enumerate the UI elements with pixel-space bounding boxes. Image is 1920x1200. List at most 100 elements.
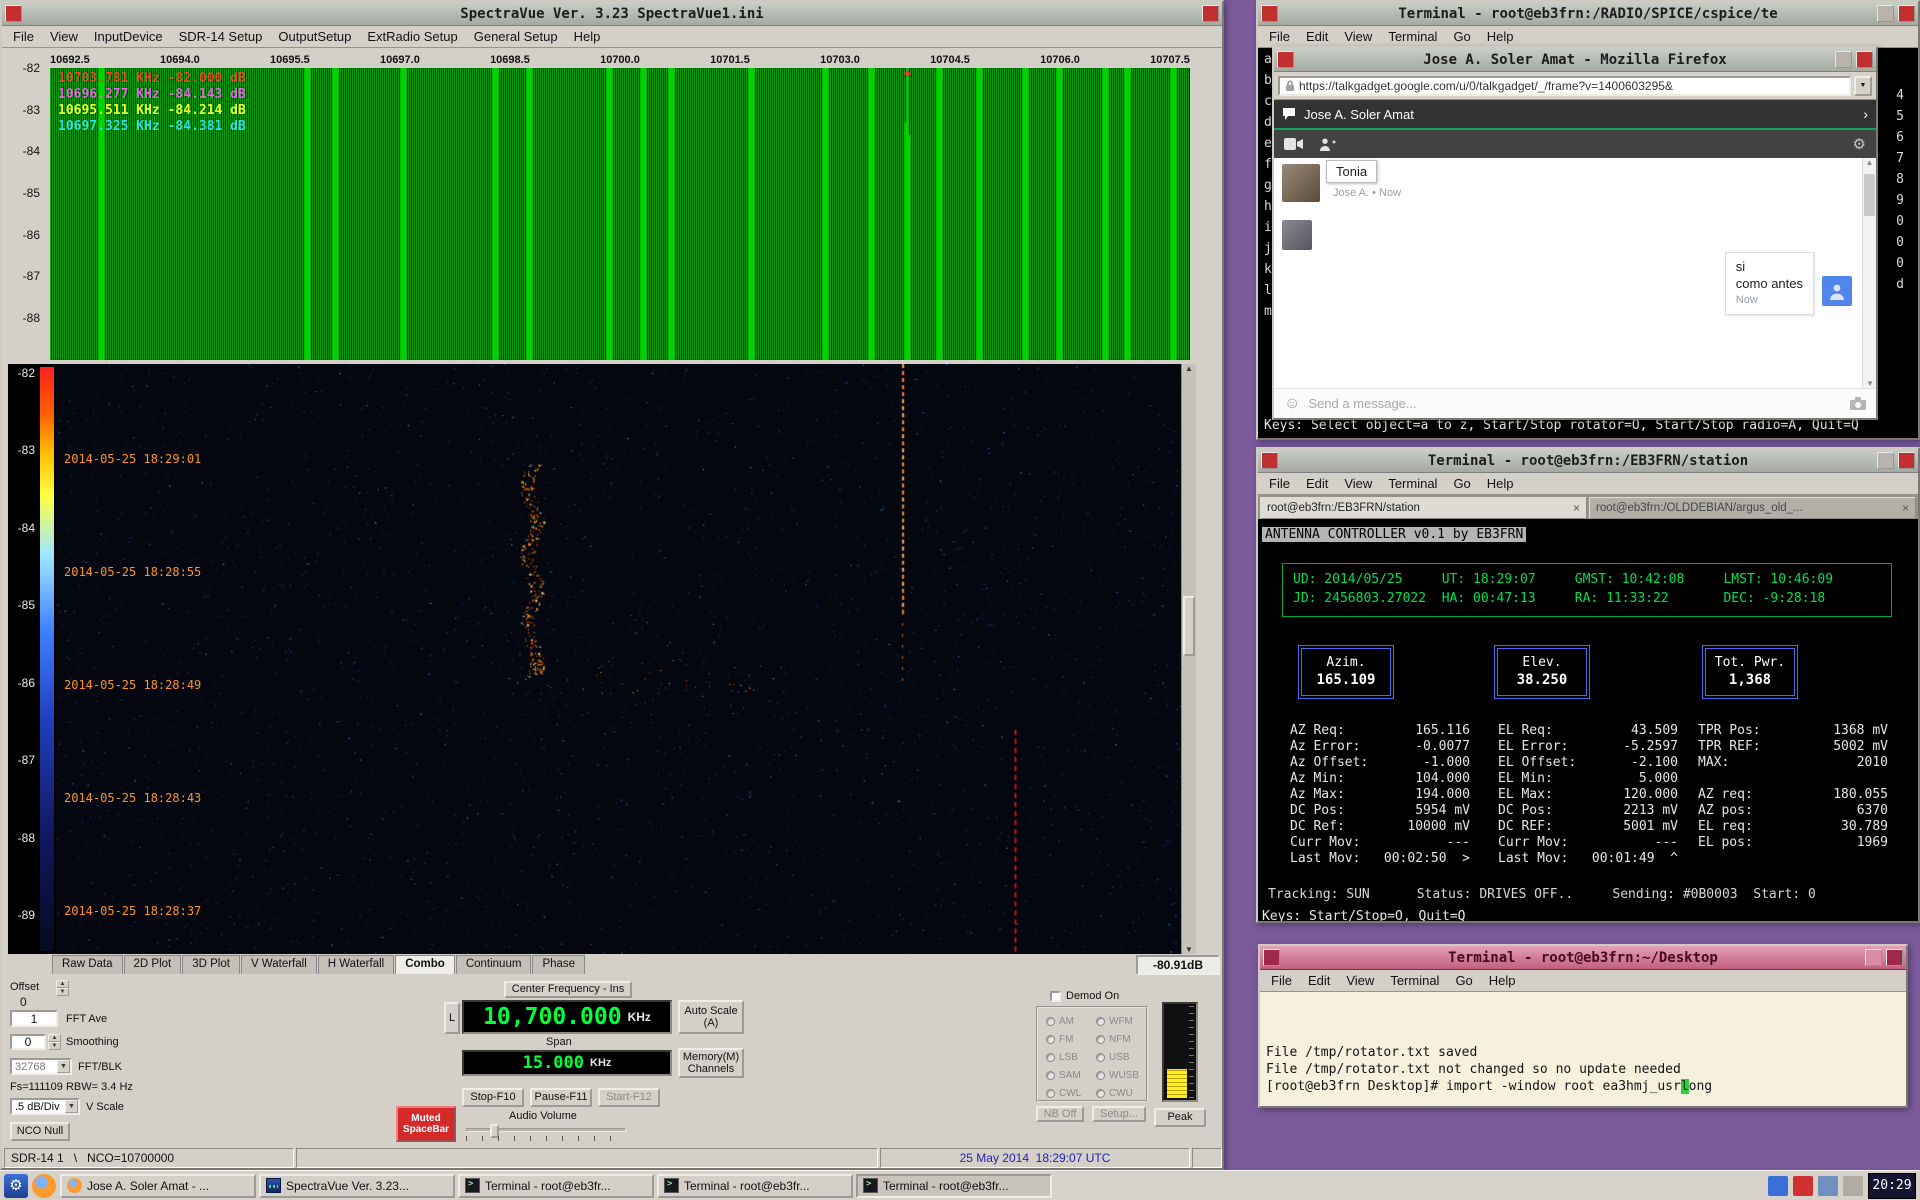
center-frequency-display[interactable]: 10,700.000 KHz (462, 1000, 672, 1034)
menu-item[interactable]: Help (1481, 971, 1524, 990)
terminal-titlebar[interactable]: Terminal - root@eb3frn:/EB3FRN/station (1258, 449, 1918, 473)
chat-scrollbar[interactable]: ▲▼ (1862, 158, 1876, 388)
camera-icon[interactable] (1850, 397, 1866, 410)
radio-icon[interactable] (1046, 1053, 1055, 1062)
demod-mode-radio[interactable]: FM (1046, 1030, 1081, 1048)
menu-item[interactable]: InputDevice (86, 27, 171, 46)
radio-icon[interactable] (1096, 1035, 1105, 1044)
setup-button[interactable]: Setup... (1092, 1106, 1146, 1122)
message-input[interactable]: Send a message... (1308, 396, 1842, 411)
menu-item[interactable]: OutputSetup (270, 27, 359, 46)
radio-icon[interactable] (1096, 1071, 1105, 1080)
close-tab-icon[interactable]: × (1902, 501, 1909, 515)
spectravue-titlebar[interactable]: SpectraVue Ver. 3.23 SpectraVue1.ini (2, 2, 1222, 26)
terminal-titlebar[interactable]: Terminal - root@eb3frn:~/Desktop (1260, 946, 1906, 970)
display-tab[interactable]: 3D Plot (182, 955, 240, 974)
expand-chevron-icon[interactable]: › (1863, 106, 1868, 122)
radio-icon[interactable] (1096, 1089, 1105, 1098)
start-menu-icon[interactable]: ⚙ (4, 1174, 28, 1198)
close-icon[interactable] (1856, 51, 1873, 68)
close-icon[interactable] (1886, 949, 1903, 966)
menu-item[interactable]: ExtRadio Setup (359, 27, 465, 46)
smoothing-stepper[interactable]: ▲▼ (48, 1034, 61, 1050)
display-tab[interactable]: Continuum (456, 955, 532, 974)
demod-mode-radio[interactable]: WUSB (1096, 1066, 1139, 1084)
maximize-icon[interactable] (1865, 949, 1882, 966)
emoji-icon[interactable]: ☺ (1284, 395, 1300, 413)
menu-item[interactable]: File (1261, 27, 1298, 46)
center-frequency-button[interactable]: Center Frequency - Ins (504, 981, 632, 998)
nco-null-button[interactable]: NCO Null (10, 1122, 70, 1141)
url-dropdown-button[interactable]: ▼ (1854, 76, 1872, 96)
menu-item[interactable]: Go (1445, 474, 1478, 493)
menu-item[interactable]: Terminal (1380, 27, 1445, 46)
menu-item[interactable]: Go (1445, 27, 1478, 46)
close-icon[interactable] (1277, 51, 1294, 68)
chevron-down-icon[interactable]: ▼ (57, 1060, 70, 1073)
taskbar-window-button[interactable]: Terminal - root@eb3fr... (458, 1174, 654, 1198)
span-display[interactable]: 15.000 KHz (462, 1050, 672, 1076)
vscale-select[interactable]: .5 dB/Div▼ (10, 1098, 80, 1115)
demod-mode-radio[interactable]: WFM (1096, 1012, 1139, 1030)
display-tab[interactable]: 2D Plot (124, 955, 182, 974)
tray-icon[interactable] (1768, 1176, 1788, 1196)
menu-item[interactable]: File (5, 27, 42, 46)
avatar[interactable] (1282, 164, 1320, 202)
menu-item[interactable]: View (1336, 27, 1380, 46)
radio-icon[interactable] (1046, 1089, 1055, 1098)
spectrum-display[interactable]: 10703.781 KHz -82.000 dB10696.277 KHz -8… (50, 68, 1190, 360)
pause-button[interactable]: Pause-F11 (530, 1088, 592, 1107)
auto-scale-button[interactable]: Auto Scale (A) (678, 1000, 744, 1034)
menu-item[interactable]: Edit (1298, 27, 1336, 46)
smoothing-input[interactable]: 0 (10, 1034, 46, 1050)
checkbox-icon[interactable] (1050, 991, 1061, 1002)
firefox-launcher-icon[interactable] (32, 1174, 56, 1198)
url-bar[interactable]: https://talkgadget.google.com/u/0/talkga… (1278, 76, 1851, 96)
scroll-up-icon[interactable]: ▲ (1185, 364, 1193, 373)
tray-icon[interactable] (1843, 1176, 1863, 1196)
demod-mode-radio[interactable]: NFM (1096, 1030, 1139, 1048)
maximize-icon[interactable] (1877, 452, 1894, 469)
firefox-titlebar[interactable]: Jose A. Soler Amat - Mozilla Firefox (1274, 48, 1876, 72)
taskbar-window-button[interactable]: Terminal - root@eb3fr... (657, 1174, 853, 1198)
close-icon[interactable] (1263, 949, 1280, 966)
menu-item[interactable]: Terminal (1380, 474, 1445, 493)
demod-mode-radio[interactable]: USB (1096, 1048, 1139, 1066)
menu-item[interactable]: Edit (1300, 971, 1338, 990)
peak-button[interactable]: Peak (1154, 1108, 1206, 1127)
radio-icon[interactable] (1046, 1017, 1055, 1026)
display-tab[interactable]: Phase (532, 955, 585, 974)
offset-stepper[interactable]: ▲▼ (56, 980, 69, 996)
video-call-icon[interactable] (1284, 138, 1303, 150)
scroll-down-icon[interactable]: ▼ (1185, 945, 1193, 954)
fft-ave-input[interactable]: 1 (10, 1010, 58, 1027)
nb-off-button[interactable]: NB Off (1036, 1106, 1084, 1122)
menu-item[interactable]: View (1336, 474, 1380, 493)
demod-mode-radio[interactable]: AM (1046, 1012, 1081, 1030)
maximize-icon[interactable] (1877, 5, 1894, 22)
taskbar-window-button[interactable]: Terminal - root@eb3fr... (856, 1174, 1052, 1198)
avatar[interactable] (1282, 220, 1312, 250)
display-tab[interactable]: H Waterfall (318, 955, 394, 974)
waterfall-scrollbar[interactable]: ▲ ▼ (1181, 364, 1196, 954)
menu-item[interactable]: View (42, 27, 86, 46)
close-icon[interactable] (1898, 452, 1915, 469)
demod-mode-radio[interactable]: SAM (1046, 1066, 1081, 1084)
muted-button[interactable]: Muted SpaceBar (396, 1106, 456, 1142)
lock-button[interactable]: L (444, 1002, 460, 1034)
terminal-tab[interactable]: root@eb3frn:/OLDDEBIAN/argus_old_...× (1589, 497, 1916, 519)
display-tab[interactable]: V Waterfall (241, 955, 317, 974)
add-person-icon[interactable] (1319, 138, 1336, 151)
terminal-screen[interactable]: ANTENNA CONTROLLER v0.1 by EB3FRN UD: 20… (1258, 519, 1918, 921)
tray-icon[interactable] (1793, 1176, 1813, 1196)
radio-icon[interactable] (1096, 1053, 1105, 1062)
demod-on-checkbox[interactable]: Demod On (1050, 990, 1119, 1002)
menu-item[interactable]: General Setup (466, 27, 566, 46)
chevron-down-icon[interactable]: ▼ (65, 1100, 78, 1113)
menu-item[interactable]: File (1263, 971, 1300, 990)
menu-item[interactable]: Terminal (1382, 971, 1447, 990)
fft-blk-select[interactable]: 32768▼ (10, 1058, 72, 1075)
scrollbar-thumb[interactable] (1183, 596, 1195, 656)
display-tab[interactable]: Raw Data (52, 955, 123, 974)
menu-item[interactable]: Help (1479, 474, 1522, 493)
